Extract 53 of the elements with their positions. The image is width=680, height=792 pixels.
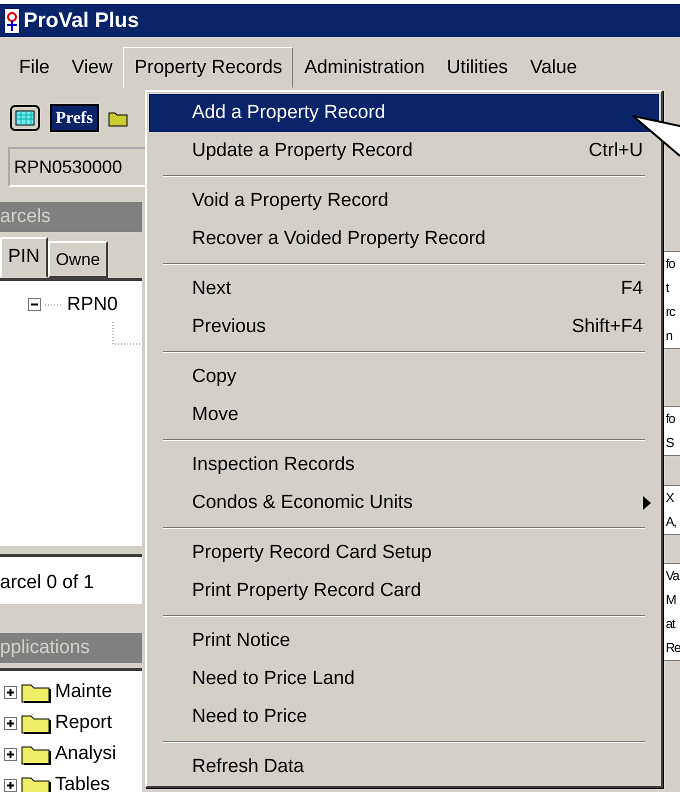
panel-header: pplications [0, 632, 142, 663]
expand-icon[interactable] [4, 748, 17, 760]
text-fragment: A, [666, 512, 676, 530]
tree-item[interactable]: Analysi [55, 740, 116, 768]
prefs-button[interactable]: Prefs [50, 104, 99, 132]
menu-item[interactable]: Recover a Voided Property Record [149, 220, 659, 258]
tree-item[interactable]: Mainte [55, 678, 112, 706]
menu-item[interactable]: Property Record Card Setup [149, 534, 659, 572]
text-fragment: S [666, 434, 674, 452]
menu-item[interactable]: Add a Property Record [149, 94, 659, 132]
menu-item[interactable]: Next F4 [149, 270, 659, 308]
tree-item[interactable]: Report [55, 708, 112, 738]
text-fragment: M [666, 591, 676, 609]
expand-icon[interactable] [4, 686, 17, 698]
menu-item[interactable]: Need to Price [149, 698, 659, 736]
expand-icon[interactable] [4, 716, 17, 730]
tree-item[interactable]: RPN0 [67, 290, 118, 319]
text-fragment: fo [666, 410, 675, 428]
menu-item[interactable]: Inspection Records [149, 446, 659, 484]
menu-item[interactable]: Copy [149, 358, 659, 396]
menu-item[interactable]: View [60, 47, 124, 88]
tab[interactable]: Owne [48, 240, 108, 278]
menu-item[interactable]: Print Property Record Card [149, 572, 659, 610]
text-fragment: at [666, 615, 675, 633]
text-fragment: Re [666, 639, 680, 657]
menu-item[interactable]: Previous Shift+F4 [149, 308, 659, 346]
text-fragment: rc [666, 303, 675, 321]
expand-icon[interactable] [4, 778, 17, 792]
menu-item[interactable]: Refresh Data [149, 748, 659, 786]
menu-item[interactable]: Value [518, 47, 588, 88]
grid-icon[interactable] [10, 105, 40, 131]
text-fragment: t [666, 279, 668, 297]
menu-item[interactable]: File [8, 47, 61, 88]
menu-item[interactable]: Utilities [436, 47, 519, 88]
text-fragment: X [666, 488, 674, 506]
leader-line [45, 304, 63, 306]
collapse-icon[interactable] [28, 298, 41, 312]
text-fragment: Va [666, 567, 679, 585]
panel-header: arcels [0, 202, 142, 232]
menu-item[interactable]: Print Notice [149, 622, 659, 660]
menu-item[interactable]: Administration [293, 47, 436, 88]
text-fragment: fo [666, 255, 675, 273]
tree-item[interactable]: Tables [55, 770, 110, 792]
menu-item[interactable]: Property Records [123, 47, 294, 88]
menu-item[interactable]: Condos & Economic Units [149, 484, 659, 522]
menu-item[interactable]: Need to Price Land [149, 660, 659, 698]
menu-item[interactable]: Move [149, 396, 659, 434]
window-title: ProVal Plus [24, 8, 140, 34]
tab[interactable]: PIN [0, 236, 48, 278]
app-icon [4, 8, 19, 32]
leader-line [112, 322, 142, 346]
status-text: arcel 0 of 1 [0, 572, 94, 594]
text-fragment: n [666, 327, 672, 345]
